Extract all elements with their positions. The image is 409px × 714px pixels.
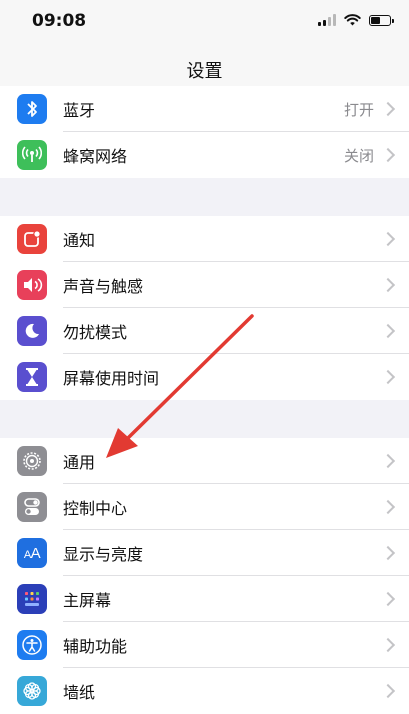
home-screen-icon	[17, 584, 47, 614]
chevron-right-icon	[380, 231, 396, 247]
settings-row-accessibility[interactable]: 辅助功能	[0, 622, 409, 668]
settings-row-control-center[interactable]: 控制中心	[0, 484, 409, 530]
settings-row-label: 主屏幕	[63, 591, 112, 610]
chevron-right-icon	[380, 591, 396, 607]
settings-row-screen-time[interactable]: 屏幕使用时间	[0, 354, 409, 400]
chevron-right-icon	[380, 147, 396, 163]
settings-row-do-not-disturb[interactable]: 勿扰模式	[0, 308, 409, 354]
notifications-icon	[17, 224, 47, 254]
chevron-right-icon	[380, 453, 396, 469]
settings-row-value: 关闭	[343, 146, 374, 165]
chevron-right-icon	[380, 499, 396, 515]
settings-row-label: 蓝牙	[63, 101, 96, 120]
settings-row-label: 墙纸	[63, 683, 96, 702]
page-title: 设置	[186, 61, 223, 82]
cellular-icon	[17, 140, 47, 170]
settings-row-wallpaper[interactable]: 墙纸	[0, 668, 409, 714]
settings-row-label: 辅助功能	[63, 637, 128, 656]
chevron-right-icon	[380, 101, 396, 117]
sound-icon	[17, 270, 47, 300]
chevron-right-icon	[380, 277, 396, 293]
settings-row-bluetooth[interactable]: 蓝牙 打开	[0, 86, 409, 132]
bluetooth-icon	[17, 94, 47, 124]
settings-row-display-brightness[interactable]: AA 显示与亮度	[0, 530, 409, 576]
settings-row-sounds[interactable]: 声音与触感	[0, 262, 409, 308]
settings-row-value: 打开	[343, 100, 374, 119]
settings-row-label: 控制中心	[63, 499, 128, 518]
settings-row-label: 通用	[63, 453, 96, 472]
status-icons	[318, 14, 394, 26]
chevron-right-icon	[380, 323, 396, 339]
chevron-right-icon	[380, 683, 396, 699]
settings-row-general[interactable]: 通用	[0, 438, 409, 484]
chevron-right-icon	[380, 369, 396, 385]
wifi-icon	[344, 14, 361, 26]
cellular-signal-icon	[318, 14, 336, 26]
settings-row-label: 声音与触感	[63, 277, 144, 296]
settings-row-cellular[interactable]: 蜂窝网络 关闭	[0, 132, 409, 178]
hourglass-icon	[17, 362, 47, 392]
display-icon-glyph: A	[23, 548, 31, 561]
status-bar: 09:08	[0, 0, 409, 44]
settings-group-general: 通用 控制中心 AA 显示与亮度 主屏幕 辅助功能 墙纸	[0, 438, 409, 714]
accessibility-icon	[17, 630, 47, 660]
settings-row-label: 通知	[63, 231, 96, 250]
display-icon: AA	[17, 538, 47, 568]
settings-row-label: 蜂窝网络	[63, 147, 128, 166]
settings-row-notifications[interactable]: 通知	[0, 216, 409, 262]
settings-row-label: 屏幕使用时间	[63, 369, 160, 388]
chevron-right-icon	[380, 637, 396, 653]
settings-group-notifications: 通知 声音与触感 勿扰模式 屏幕使用时间	[0, 216, 409, 400]
wallpaper-icon	[17, 676, 47, 706]
status-time: 09:08	[32, 11, 87, 31]
settings-row-label: 勿扰模式	[63, 323, 128, 342]
settings-row-label: 显示与亮度	[63, 545, 144, 564]
gear-icon	[17, 446, 47, 476]
switches-icon	[17, 492, 47, 522]
moon-icon	[17, 316, 47, 346]
chevron-right-icon	[380, 545, 396, 561]
battery-icon	[369, 14, 394, 26]
settings-row-home-screen[interactable]: 主屏幕	[0, 576, 409, 622]
settings-group-connectivity: 蓝牙 打开 蜂窝网络 关闭	[0, 86, 409, 178]
